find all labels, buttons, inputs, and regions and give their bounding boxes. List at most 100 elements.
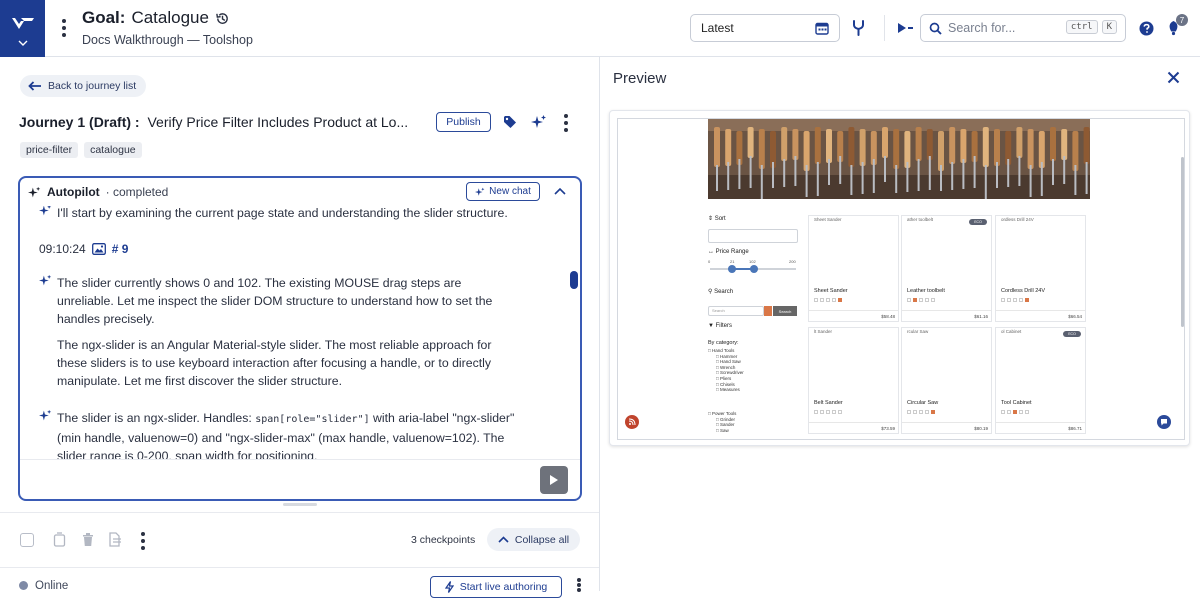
assistant-message: The slider is an ngx-slider. Handles: sp… [57, 409, 517, 459]
version-select[interactable]: Latest [690, 14, 840, 42]
journey-label: Journey 1 (Draft) : [19, 114, 140, 130]
page-title: Goal: Catalogue [82, 8, 230, 28]
history-icon[interactable] [215, 11, 230, 26]
global-search[interactable]: ctrl K [920, 14, 1126, 42]
product-price: $86.71 [1068, 426, 1082, 431]
journey-panel: Back to journey list Journey 1 (Draft) :… [0, 57, 600, 598]
product-name: Belt Sander [814, 400, 843, 406]
product-image-alt: ordless Drill 24V [1001, 217, 1034, 222]
product-price: $58.48 [881, 314, 895, 319]
autopilot-panel: Autopilot · completed New chat I'll star… [18, 176, 582, 501]
resize-handle[interactable] [283, 503, 317, 506]
assistant-message: The ngx-slider is an Angular Material-st… [57, 338, 492, 388]
product-card[interactable]: lt Sander Belt Sander $73.59 [808, 327, 899, 434]
online-indicator [19, 581, 28, 590]
tag-chip[interactable]: price-filter [20, 142, 79, 158]
run-icon[interactable] [897, 22, 914, 34]
screenshot-icon[interactable] [91, 243, 106, 255]
product-price: $80.19 [974, 426, 988, 431]
product-image-alt: rcular Saw [907, 329, 929, 334]
sparkle-icon [39, 409, 52, 421]
help-icon[interactable] [1139, 21, 1154, 36]
collapse-all-button[interactable]: Collapse all [487, 528, 580, 551]
new-chat-button[interactable]: New chat [466, 182, 540, 201]
sparkle-icon[interactable] [531, 114, 547, 130]
status-menu-icon[interactable] [576, 578, 582, 592]
copy-icon[interactable] [53, 532, 66, 547]
search-input[interactable] [948, 21, 1058, 35]
message-text: The slider is an ngx-slider. Handles: [57, 411, 252, 425]
start-live-authoring-button[interactable]: Start live authoring [430, 576, 562, 598]
checkpoint-count: 3 checkpoints [411, 534, 476, 546]
search-label: ⚲ Search [708, 289, 734, 295]
preview-scrollbar[interactable] [1181, 157, 1184, 327]
transcript-scrollbar[interactable] [570, 208, 578, 458]
eco-badge: ECO [969, 219, 987, 225]
journey-menu-icon[interactable] [563, 114, 569, 132]
category-item: □ Saw [716, 427, 729, 433]
sort-label: ⇕ Sort [708, 216, 726, 222]
product-card[interactable]: ol Cabinet ECO Tool Cabinet $86.71 [995, 327, 1086, 434]
run-button[interactable] [540, 466, 568, 494]
trash-icon[interactable] [82, 532, 94, 547]
scrollbar-thumb[interactable] [570, 271, 578, 289]
shortcut-ctrl: ctrl [1065, 20, 1098, 34]
product-image-alt: Sheet Sander [814, 217, 842, 222]
product-card[interactable]: ather toolbelt ECO Leather toolbelt $61.… [901, 215, 992, 322]
category-list[interactable]: □ Hand Tools □ Hammer □ Hand Saw □ Wrenc… [708, 348, 744, 393]
live-authoring-label: Start live authoring [459, 581, 548, 593]
publish-button[interactable]: Publish [436, 112, 491, 132]
chat-icon [1161, 419, 1167, 426]
product-name: Circular Saw [907, 400, 939, 406]
power-tools-list[interactable]: □ Power Tools □ Grinder □ Sander □ Saw [708, 411, 736, 433]
product-image-alt: lt Sander [814, 329, 833, 334]
clear-search-button[interactable] [764, 306, 772, 316]
product-card[interactable]: rcular Saw Circular Saw $80.19 [901, 327, 992, 434]
shortcut-hint: ctrl K [1065, 20, 1117, 34]
filters-label: ▼ Filters [708, 323, 732, 329]
tag-icon[interactable] [503, 115, 517, 129]
document-icon[interactable] [108, 532, 123, 547]
sort-select[interactable] [708, 229, 798, 243]
status-bar: Online Start live authoring [0, 567, 599, 598]
calendar-icon [815, 22, 829, 35]
tag-chip[interactable]: catalogue [84, 142, 142, 158]
product-price: $61.16 [974, 314, 988, 319]
shortcut-k: K [1101, 20, 1117, 34]
product-swatches [1001, 410, 1029, 414]
product-swatches [1001, 298, 1029, 302]
chat-widget-button[interactable] [1157, 415, 1171, 429]
price-slider-max-handle[interactable] [750, 265, 758, 273]
header-menu-icon[interactable] [61, 19, 67, 37]
product-image-alt: ather toolbelt [907, 217, 934, 222]
goal-prefix: Goal: [82, 8, 126, 27]
app-logo[interactable] [0, 0, 45, 57]
site-search-input[interactable]: Search [708, 306, 764, 316]
back-label: Back to journey list [48, 80, 137, 92]
price-slider-min-handle[interactable] [728, 265, 736, 273]
chevron-up-icon[interactable] [554, 187, 566, 195]
sparkle-icon [475, 187, 485, 196]
back-to-journey-list-button[interactable]: Back to journey list [20, 75, 147, 97]
version-select-value: Latest [701, 21, 734, 35]
product-card[interactable]: Sheet Sander Sheet Sander $58.48 [808, 215, 899, 322]
assistant-message: I'll start by examining the current page… [57, 206, 508, 220]
lightning-icon [444, 581, 454, 593]
close-icon[interactable] [1167, 71, 1180, 84]
autopilot-transcript[interactable]: I'll start by examining the current page… [20, 206, 568, 459]
arrow-left-icon [28, 81, 41, 91]
goal-name: Catalogue [131, 8, 209, 27]
site-search-button[interactable]: Search [773, 306, 797, 316]
product-swatches [814, 298, 842, 302]
preview-panel: Preview ⇕ Sort ↔ Price Range 0 21 102 20… [600, 57, 1200, 591]
code-snippet: span[role="slider"] [255, 414, 370, 425]
collapse-label: Collapse all [514, 533, 570, 546]
branch-icon[interactable] [851, 19, 866, 37]
select-all-checkbox[interactable] [20, 533, 34, 547]
product-name: Tool Cabinet [1001, 400, 1032, 406]
rss-button[interactable] [625, 415, 639, 429]
step-reference[interactable]: # 9 [112, 240, 129, 258]
divider [884, 15, 885, 41]
steps-menu-icon[interactable] [140, 532, 146, 550]
product-card[interactable]: ordless Drill 24V Cordless Drill 24V $66… [995, 215, 1086, 322]
